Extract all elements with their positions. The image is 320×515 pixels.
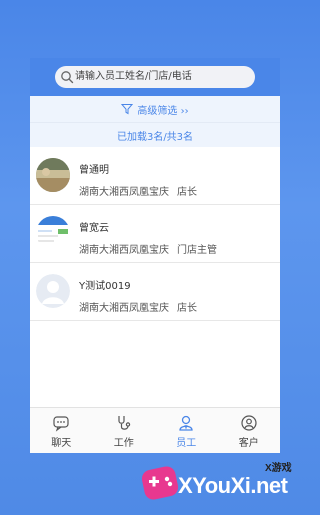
loaded-count-text: 已加载3名/共3名 bbox=[116, 131, 194, 143]
avatar bbox=[36, 216, 70, 250]
search-placeholder: 请输入员工姓名/门店/电话 bbox=[75, 71, 192, 82]
employee-title: 门店主管 bbox=[177, 245, 217, 256]
default-avatar-icon bbox=[36, 274, 70, 308]
loaded-count: 已加载3名/共3名 bbox=[30, 122, 280, 147]
search-header: 请输入员工姓名/门店/电话 bbox=[30, 58, 280, 96]
avatar bbox=[36, 158, 70, 192]
employee-info: 湖南大湘西凤凰宝庆 店长 bbox=[79, 183, 197, 198]
employee-title: 店长 bbox=[177, 187, 197, 198]
employee-name: 曾宽云 bbox=[79, 223, 109, 234]
tab-chat[interactable]: 聊天 bbox=[30, 408, 93, 453]
watermark-text: XYouXi.net bbox=[178, 473, 288, 498]
customer-icon bbox=[241, 414, 257, 431]
tab-chat-label: 聊天 bbox=[51, 437, 72, 449]
employee-list: 曾通明 湖南大湘西凤凰宝庆 店长 曾宽云 湖南大湘西凤凰宝庆 门店主管 Y测试0… bbox=[30, 147, 280, 321]
employee-store: 湖南大湘西凤凰宝庆 bbox=[79, 303, 169, 314]
employee-name: Y测试0019 bbox=[79, 281, 131, 292]
tab-employee[interactable]: 员工 bbox=[155, 408, 218, 453]
tab-work-label: 工作 bbox=[113, 437, 134, 449]
app-screen: 请输入员工姓名/门店/电话 高级筛选 ›› 已加载3名/共3名 曾通明 湖南大湘… bbox=[30, 58, 280, 453]
employee-store: 湖南大湘西凤凰宝庆 bbox=[79, 245, 169, 256]
watermark-small: X游戏 bbox=[265, 463, 292, 474]
tab-employee-label: 员工 bbox=[176, 437, 197, 449]
search-icon bbox=[61, 71, 74, 84]
employee-name: 曾通明 bbox=[79, 165, 109, 176]
employee-row[interactable]: 曾通明 湖南大湘西凤凰宝庆 店长 bbox=[30, 147, 280, 205]
search-input[interactable]: 请输入员工姓名/门店/电话 bbox=[55, 66, 255, 88]
advanced-filter-button[interactable]: 高级筛选 ›› bbox=[30, 96, 280, 122]
tab-work[interactable]: 工作 bbox=[93, 408, 156, 453]
advanced-filter-label: 高级筛选 ›› bbox=[137, 105, 189, 117]
tab-customer[interactable]: 客户 bbox=[218, 408, 281, 453]
employee-store: 湖南大湘西凤凰宝庆 bbox=[79, 187, 169, 198]
employee-info: 湖南大湘西凤凰宝庆 门店主管 bbox=[79, 241, 217, 256]
tab-customer-label: 客户 bbox=[238, 437, 259, 449]
chat-icon bbox=[53, 415, 69, 432]
employee-row[interactable]: Y测试0019 湖南大湘西凤凰宝庆 店长 bbox=[30, 263, 280, 321]
employee-info: 湖南大湘西凤凰宝庆 店长 bbox=[79, 299, 197, 314]
employee-row[interactable]: 曾宽云 湖南大湘西凤凰宝庆 门店主管 bbox=[30, 205, 280, 263]
person-icon bbox=[179, 415, 193, 431]
filter-icon bbox=[121, 104, 134, 115]
employee-title: 店长 bbox=[177, 303, 197, 314]
site-watermark: X游戏 XYouXi.net bbox=[140, 455, 305, 510]
bottom-tab-bar: 聊天 工作 员工 客户 bbox=[30, 407, 280, 453]
gamepad-logo-icon bbox=[141, 466, 179, 500]
stethoscope-icon bbox=[118, 415, 130, 430]
